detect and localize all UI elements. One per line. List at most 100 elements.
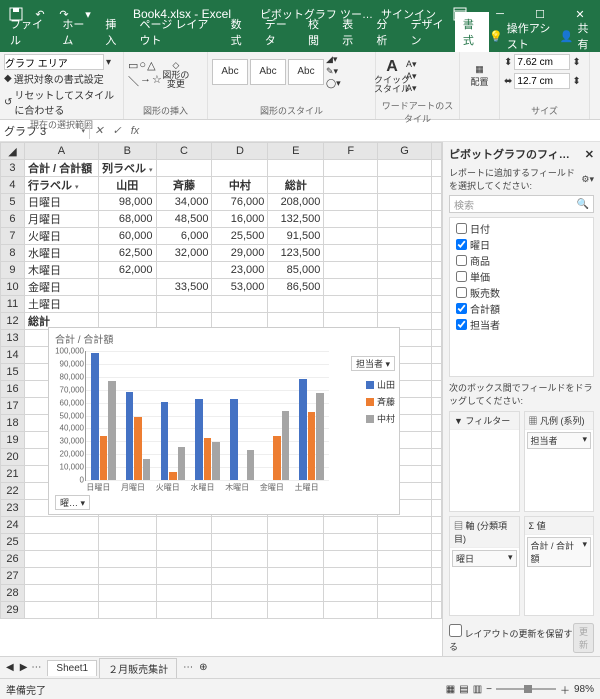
zone-filter[interactable]: ▼ フィルター: [449, 411, 520, 512]
shape-fill-btn[interactable]: ◢▾: [326, 54, 341, 65]
field-item[interactable]: 単価: [456, 268, 587, 284]
shape-star-icon[interactable]: ☆: [152, 73, 162, 89]
chart-axis-field-btn[interactable]: 曜… ▾: [55, 495, 90, 510]
worksheet[interactable]: ◢ABCDEFG 3合計 / 合計額列ラベル ▾ 4行ラベル ▾山田斉藤中村総計…: [0, 142, 442, 656]
shape-oval-icon[interactable]: ○: [139, 59, 146, 72]
cancel-icon[interactable]: ✕: [90, 124, 108, 137]
sheet-tab-2[interactable]: ２月販売集計: [99, 658, 177, 678]
bar[interactable]: [161, 402, 168, 480]
field-item[interactable]: 担当者: [456, 316, 587, 332]
bar[interactable]: [273, 436, 280, 480]
tab-home[interactable]: ホーム: [54, 12, 97, 52]
tab-analyze[interactable]: 分析: [368, 12, 402, 52]
pane-close-icon[interactable]: ✕: [585, 148, 594, 161]
tab-format[interactable]: 書式: [455, 12, 489, 52]
bar[interactable]: [212, 442, 219, 480]
tab-insert[interactable]: 挿入: [97, 12, 131, 52]
view-normal-icon[interactable]: ▦: [446, 684, 455, 695]
field-search[interactable]: 検索🔍: [449, 195, 594, 213]
zoom-in-icon[interactable]: ＋: [560, 682, 570, 697]
sheet-nav-prev[interactable]: ◀: [0, 662, 20, 673]
tab-review[interactable]: 校閲: [300, 12, 334, 52]
bar[interactable]: [282, 411, 289, 480]
field-item[interactable]: 曜日: [456, 236, 587, 252]
chart-title: 合計 / 合計額: [49, 328, 399, 349]
text-outline-btn[interactable]: A▾: [406, 71, 417, 82]
status-ready: 準備完了: [6, 682, 46, 697]
tell-me-icon[interactable]: 💡: [489, 30, 503, 43]
name-box[interactable]: グラフ 3▾: [0, 123, 90, 139]
bar[interactable]: [108, 381, 115, 480]
zoom-slider[interactable]: [496, 688, 556, 690]
group-shape-styles: 図形のスタイル: [212, 103, 371, 117]
format-selection-btn[interactable]: ◆選択対象の書式設定: [4, 71, 119, 86]
bar[interactable]: [299, 379, 306, 480]
bar[interactable]: [195, 399, 202, 480]
share-label[interactable]: 共有: [578, 20, 594, 52]
tab-view[interactable]: 表示: [334, 12, 368, 52]
pivot-chart[interactable]: 合計 / 合計額 担当者 ▾ 010,00020,00030,00040,000…: [48, 327, 400, 515]
bar[interactable]: [230, 399, 237, 480]
quick-style-btn[interactable]: Aクイック スタイル: [380, 54, 404, 98]
shape-outline-btn[interactable]: ✎▾: [326, 66, 341, 77]
bar[interactable]: [134, 417, 141, 480]
zoom-level[interactable]: 98%: [574, 684, 594, 695]
sheet-tab-1[interactable]: Sheet1: [47, 660, 97, 676]
field-item[interactable]: 商品: [456, 252, 587, 268]
text-effects-btn[interactable]: A▾: [406, 83, 417, 94]
bar[interactable]: [100, 436, 107, 480]
height-input[interactable]: [514, 54, 570, 70]
tab-design[interactable]: デザイン: [403, 12, 455, 52]
search-icon: 🔍: [577, 199, 589, 210]
view-pagelayout-icon[interactable]: ▤: [459, 684, 468, 695]
bar[interactable]: [91, 353, 98, 480]
field-item[interactable]: 販売数: [456, 284, 587, 300]
field-item[interactable]: 日付: [456, 220, 587, 236]
shape-style-1[interactable]: Abc: [212, 59, 248, 85]
tab-data[interactable]: データ: [257, 12, 300, 52]
formula-bar[interactable]: [144, 123, 600, 138]
bar[interactable]: [247, 450, 254, 480]
bar[interactable]: [316, 393, 323, 480]
shape-rect-icon[interactable]: ▭: [128, 59, 138, 72]
change-shape-btn[interactable]: ◇図形の 変更: [164, 54, 188, 94]
tell-me-label[interactable]: 操作アシスト: [507, 20, 556, 52]
bar[interactable]: [308, 412, 315, 480]
zone-axis[interactable]: ▤ 軸 (分類項目)曜日▾: [449, 516, 520, 617]
shape-line-icon[interactable]: ＼: [128, 73, 139, 89]
update-btn[interactable]: 更新: [573, 623, 594, 653]
bar[interactable]: [126, 392, 133, 480]
height-icon: ⬍: [504, 57, 512, 68]
zoom-out-icon[interactable]: −: [486, 684, 492, 695]
enter-icon[interactable]: ✓: [108, 124, 126, 137]
chart-legend-field-btn[interactable]: 担当者 ▾: [351, 356, 395, 371]
reset-style-btn[interactable]: ↺リセットしてスタイルに合わせる: [4, 87, 119, 117]
bar[interactable]: [169, 472, 176, 480]
field-list[interactable]: 日付曜日商品単価販売数合計額担当者: [449, 217, 594, 377]
share-icon[interactable]: 👤: [560, 30, 574, 43]
zone-values[interactable]: Σ 値合計 / 合計額▾: [524, 516, 595, 617]
shape-style-2[interactable]: Abc: [250, 59, 286, 85]
tab-pagelayout[interactable]: ページ レイアウト: [132, 12, 223, 52]
fx-icon[interactable]: fx: [126, 125, 144, 137]
new-sheet-icon[interactable]: ⊕: [199, 662, 207, 673]
shape-effects-btn[interactable]: ◯▾: [326, 78, 341, 89]
defer-layout-checkbox[interactable]: レイアウトの更新を保留する: [449, 624, 573, 653]
tab-file[interactable]: ファイル: [2, 12, 54, 52]
bar[interactable]: [178, 447, 185, 480]
zone-legend[interactable]: ▦ 凡例 (系列)担当者▾: [524, 411, 595, 512]
pane-gear-icon[interactable]: ⚙▾: [581, 174, 594, 185]
selection-dropdown[interactable]: [4, 54, 104, 70]
shape-arrow-icon[interactable]: →: [140, 73, 151, 89]
shape-style-3[interactable]: Abc: [288, 59, 324, 85]
text-fill-btn[interactable]: A▾: [406, 59, 417, 70]
sheet-nav-next[interactable]: ▶: [20, 662, 28, 673]
view-pagebreak-icon[interactable]: ▥: [473, 684, 482, 695]
tab-formulas[interactable]: 数式: [223, 12, 257, 52]
shape-tri-icon[interactable]: △: [147, 59, 155, 72]
field-item[interactable]: 合計額: [456, 300, 587, 316]
width-input[interactable]: [514, 73, 570, 89]
bar[interactable]: [143, 459, 150, 480]
arrange-btn[interactable]: ▦配置: [468, 54, 492, 98]
bar[interactable]: [204, 438, 211, 480]
